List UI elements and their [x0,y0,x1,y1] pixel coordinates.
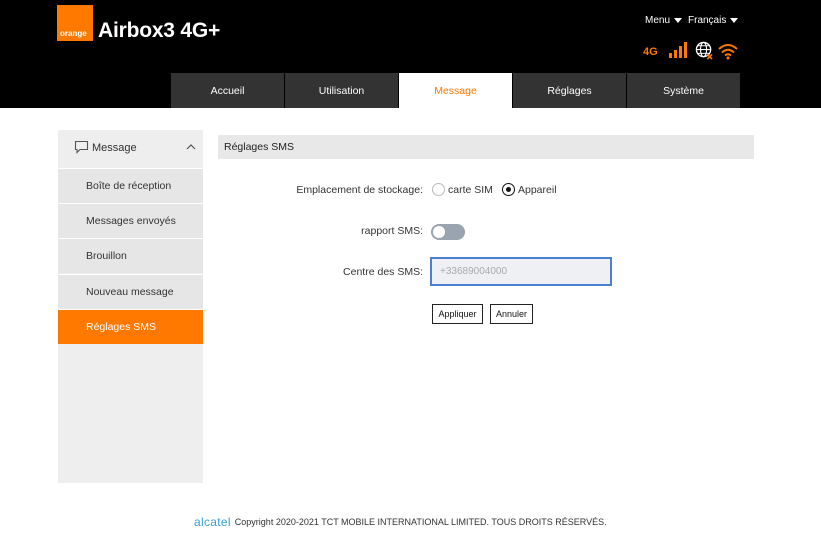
tab-reglages[interactable]: Réglages [513,73,626,108]
product-title: Airbox3 4G+ [98,19,221,42]
sidebar-item-sms-settings[interactable]: Réglages SMS [58,309,203,344]
sidebar: Message Boîte de réception Messages envo… [58,130,203,483]
sms-center-input[interactable] [430,257,612,286]
chat-bubble-icon [74,140,89,154]
sidebar-section-label: Message [92,142,137,154]
signal-strength-icon [669,42,689,58]
chevron-up-icon[interactable] [186,143,196,150]
sidebar-item-sent[interactable]: Messages envoyés [58,203,203,238]
tab-accueil[interactable]: Accueil [171,73,284,108]
orange-logo[interactable]: orange [57,5,93,41]
apply-button[interactable]: Appliquer [432,304,483,324]
top-header: orange Airbox3 4G+ Menu Français 4G Accu… [0,0,821,108]
caret-down-icon [730,18,739,23]
copyright-text: Copyright 2020-2021 TCT MOBILE INTERNATI… [234,517,607,527]
storage-label: Emplacement de stockage: [296,184,423,196]
sidebar-section-message[interactable]: Message [58,130,203,165]
menu-label: Menu [645,15,671,26]
storage-option-device-label: Appareil [518,184,557,196]
tab-utilisation[interactable]: Utilisation [285,73,398,108]
alcatel-logo: alcatel [194,515,231,529]
language-dropdown[interactable]: Français [688,15,739,26]
status-icons: 4G [643,40,743,62]
storage-radio-device[interactable] [502,183,515,196]
sidebar-item-inbox[interactable]: Boîte de réception [58,168,203,203]
toggle-knob [433,226,445,238]
footer: alcatel Copyright 2020-2021 TCT MOBILE I… [194,515,607,529]
tab-message[interactable]: Message [399,73,512,108]
menu-dropdown[interactable]: Menu [645,15,683,26]
panel-title: Réglages SMS [218,135,754,159]
network-type-label: 4G [643,46,658,58]
logo-text: orange [60,29,87,38]
caret-down-icon [674,18,683,23]
sidebar-item-new-message[interactable]: Nouveau message [58,274,203,309]
storage-option-sim-label: carte SIM [448,184,493,196]
language-label: Français [688,15,727,26]
tab-systeme[interactable]: Système [627,73,740,108]
sms-center-label: Centre des SMS: [343,266,423,278]
sms-report-toggle[interactable] [431,224,465,240]
globe-no-internet-icon [695,41,713,60]
sidebar-item-drafts[interactable]: Brouillon [58,238,203,273]
storage-radio-sim[interactable] [432,183,445,196]
sms-report-label: rapport SMS: [361,225,423,237]
wifi-icon [718,44,738,60]
cancel-button[interactable]: Annuler [490,304,533,324]
